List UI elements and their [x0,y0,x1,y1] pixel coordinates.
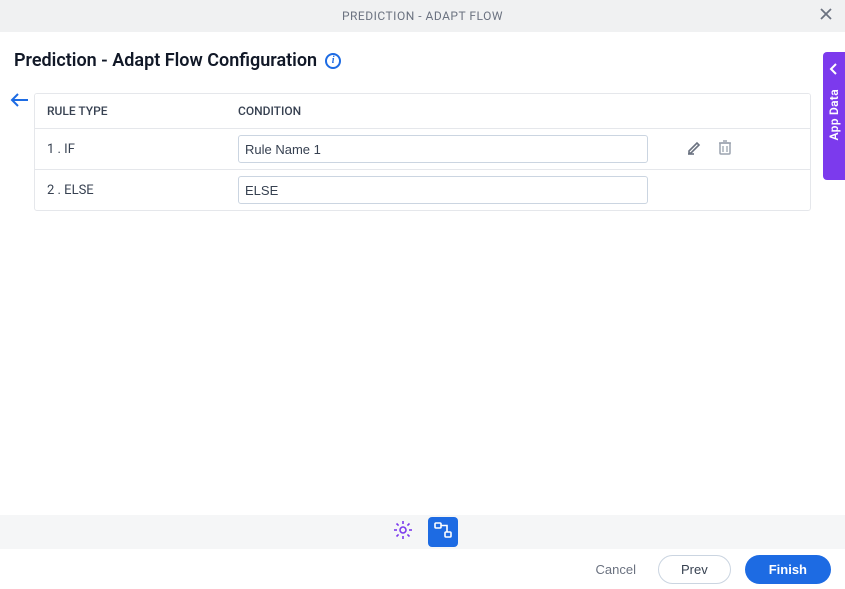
bottom-toolbar [0,515,845,549]
back-arrow-icon[interactable] [10,92,30,111]
delete-icon[interactable] [716,138,734,160]
modal-header: PREDICTION - ADAPT FLOW [0,0,845,32]
table-row: 2 . ELSE [35,170,810,210]
info-icon[interactable]: i [325,53,341,69]
settings-button[interactable] [388,517,418,547]
close-icon[interactable] [817,5,835,26]
table-row: 1 . IF [35,129,810,170]
app-data-side-tab[interactable]: App Data [823,52,845,180]
bottom-action-bar: Cancel Prev Finish [0,549,845,589]
chevron-left-icon [829,60,839,79]
rules-table: RULE TYPE CONDITION 1 . IF 2 . ELSE [34,93,811,211]
flow-icon [433,520,453,544]
app-data-label: App Data [827,89,841,140]
rule-type-cell: 1 . IF [43,142,238,157]
condition-input[interactable] [238,176,648,204]
column-header-condition: CONDITION [238,104,712,118]
gear-icon [393,520,413,544]
page-title: Prediction - Adapt Flow Configuration [14,50,317,71]
edit-icon[interactable] [686,138,704,160]
cancel-button[interactable]: Cancel [588,556,644,583]
column-header-ruletype: RULE TYPE [43,104,238,118]
finish-button[interactable]: Finish [745,555,831,584]
flow-view-button[interactable] [428,517,458,547]
prev-button[interactable]: Prev [658,555,731,584]
rule-type-cell: 2 . ELSE [43,183,238,198]
condition-input[interactable] [238,135,648,163]
modal-title: PREDICTION - ADAPT FLOW [342,9,503,23]
